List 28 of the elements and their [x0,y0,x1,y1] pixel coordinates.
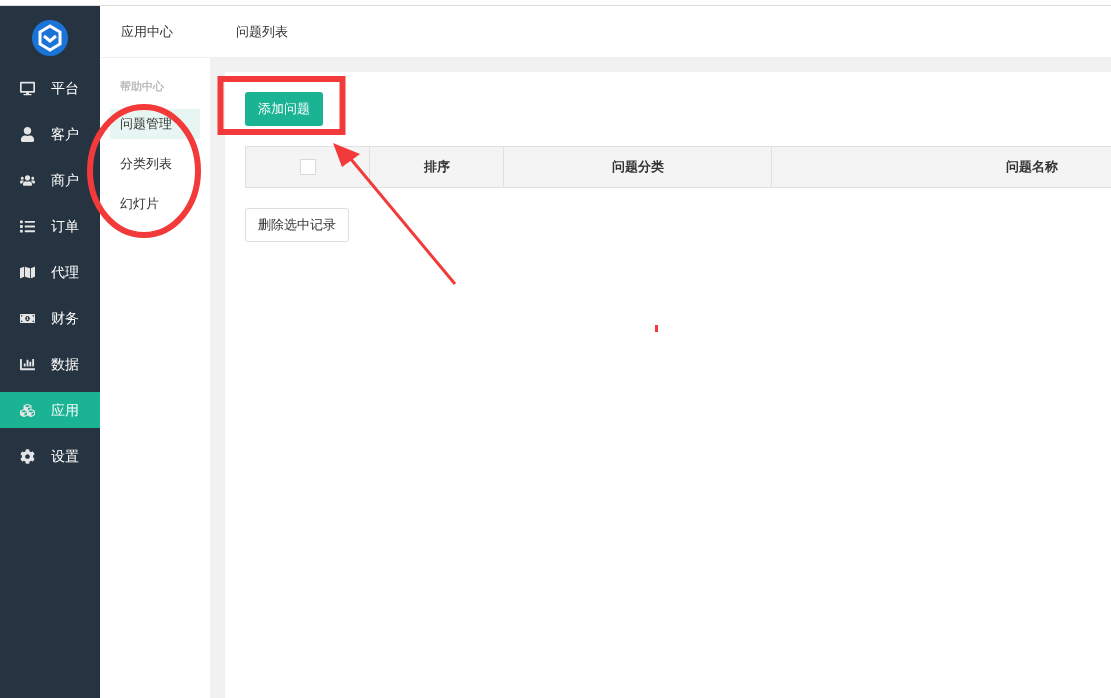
submenu-item[interactable]: 分类列表 [110,148,200,179]
cubes-icon [20,402,35,418]
submenu-item[interactable]: 幻灯片 [110,188,200,219]
nav-item[interactable]: 财务 [0,300,100,336]
nav-item[interactable]: 商户 [0,162,100,198]
nav-item[interactable]: 订单 [0,208,100,244]
nav-item[interactable]: 设置 [0,438,100,474]
user-icon [20,126,35,142]
monitor-icon [20,80,35,96]
page-title: 问题列表 [236,22,288,41]
column-header: 问题分类 [611,158,664,177]
logo-icon [32,20,68,56]
bar-chart-icon [20,356,35,372]
select-all-checkbox[interactable] [299,159,316,175]
delete-selected-button[interactable]: 删除选中记录 [245,208,349,242]
nav-item[interactable]: 数据 [0,346,100,382]
map-icon [20,264,35,280]
nav-item[interactable]: 代理 [0,254,100,290]
list-icon [20,218,35,234]
column-header: 排序 [423,158,450,177]
users-icon [20,172,35,188]
nav-item[interactable]: 平台 [0,70,100,106]
group-title: 帮助中心 [120,79,165,94]
section-header: 应用中心 [121,22,173,41]
annotation-mark [655,325,658,332]
column-header: 问题名称 [1005,158,1058,177]
nav-item[interactable]: 客户 [0,116,100,152]
settings-icon [20,448,35,464]
